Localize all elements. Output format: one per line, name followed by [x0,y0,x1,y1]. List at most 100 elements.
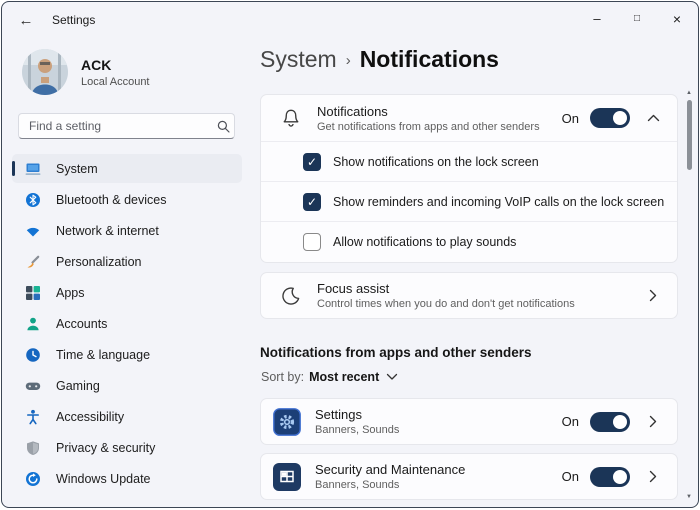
bell-icon [280,107,302,129]
notifications-main-row[interactable]: Notifications Get notifications from app… [261,95,677,142]
maximize-button[interactable]: □ [617,2,657,35]
chevron-right-icon [642,411,664,433]
app-name: Settings [315,407,562,422]
scroll-down-icon[interactable]: ▼ [683,492,695,502]
privacy-security-icon [25,440,41,456]
focus-assist-subtitle: Control times when you do and don't get … [317,298,630,310]
window-title: Settings [52,13,95,27]
network-icon [25,223,41,239]
focus-assist-text: Focus assist Control times when you do a… [317,281,630,310]
breadcrumb: System › Notifications [260,46,499,73]
app-subtitle: Banners, Sounds [315,424,562,436]
play-sounds-checkbox[interactable]: ✓ [303,233,321,251]
sidebar-item-apps[interactable]: Apps [12,278,242,307]
sidebar-item-label: Windows Update [56,472,151,486]
window-controls: – □ × [577,2,697,35]
sidebar-item-time-language[interactable]: Time & language [12,340,242,369]
security-maintenance-card[interactable]: Security and Maintenance Banners, Sounds… [260,453,678,500]
breadcrumb-parent[interactable]: System [260,46,337,73]
notifications-subtitle: Get notifications from apps and other se… [317,121,562,133]
search-input[interactable] [19,119,212,133]
minimize-icon: – [593,11,600,26]
security-maintenance-toggle-label: On [562,469,579,484]
notifications-toggle[interactable] [590,108,630,128]
security-maintenance-app-icon [273,463,301,491]
sort-value: Most recent [309,370,379,384]
security-maintenance-row[interactable]: Security and Maintenance Banners, Sounds… [261,454,677,499]
system-icon [25,161,41,177]
reminders-voip-row[interactable]: ✓ Show reminders and incoming VoIP calls… [261,182,677,222]
sidebar-item-windows-update[interactable]: Windows Update [12,464,242,493]
sidebar-item-label: Gaming [56,379,100,393]
focus-assist-row[interactable]: Focus assist Control times when you do a… [261,273,677,318]
play-sounds-row[interactable]: ✓ Allow notifications to play sounds [261,222,677,262]
app-subtitle: Banners, Sounds [315,479,562,491]
sidebar-item-system[interactable]: System [12,154,242,183]
lock-screen-notifications-row[interactable]: ✓ Show notifications on the lock screen [261,142,677,182]
security-maintenance-text: Security and Maintenance Banners, Sounds [315,462,562,491]
scrollbar[interactable]: ▲ ▼ [683,88,695,502]
gaming-icon [25,378,41,394]
focus-assist-title: Focus assist [317,281,630,296]
sidebar-item-network-internet[interactable]: Network & internet [12,216,242,245]
sidebar-item-privacy-security[interactable]: Privacy & security [12,433,242,462]
settings-app-card[interactable]: Settings Banners, Sounds On [260,398,678,445]
lock-screen-notifications-checkbox[interactable]: ✓ [303,153,321,171]
chevron-down-icon [386,370,398,384]
scroll-up-icon[interactable]: ▲ [683,88,695,98]
page-title: Notifications [360,46,499,73]
notifications-card: Notifications Get notifications from app… [260,94,678,263]
focus-assist-card[interactable]: Focus assist Control times when you do a… [260,272,678,319]
sidebar-item-gaming[interactable]: Gaming [12,371,242,400]
sidebar-item-label: Accounts [56,317,107,331]
sidebar-item-personalization[interactable]: Personalization [12,247,242,276]
account-text: ACK Local Account [81,57,150,88]
sidebar-item-accessibility[interactable]: Accessibility [12,402,242,431]
settings-app-toggle[interactable] [590,412,630,432]
account-card[interactable]: ACK Local Account [22,49,150,95]
settings-app-row[interactable]: Settings Banners, Sounds On [261,399,677,444]
sort-dropdown[interactable]: Sort by: Most recent [261,370,398,384]
security-maintenance-toggle[interactable] [590,467,630,487]
apps-section-heading: Notifications from apps and other sender… [260,345,532,360]
toggle-knob [613,470,627,484]
apps-icon [25,285,41,301]
time-language-icon [25,347,41,363]
checkmark-icon: ✓ [307,196,317,208]
sidebar-item-label: Personalization [56,255,141,269]
search-icon[interactable] [212,120,234,133]
notifications-row-text: Notifications Get notifications from app… [317,104,562,133]
notifications-title: Notifications [317,104,562,119]
account-type: Local Account [81,76,150,88]
sidebar-item-label: Accessibility [56,410,124,424]
search-box [18,113,235,139]
moon-icon [280,285,302,307]
account-name: ACK [81,57,150,73]
checkmark-icon: ✓ [307,156,317,168]
close-button[interactable]: × [657,2,697,35]
reminders-voip-checkbox[interactable]: ✓ [303,193,321,211]
close-icon: × [673,11,681,27]
app-name: Security and Maintenance [315,462,562,477]
toggle-knob [613,415,627,429]
sidebar-item-label: Network & internet [56,224,159,238]
settings-app-icon [273,408,301,436]
back-icon: ← [19,12,34,29]
sidebar-item-bluetooth-devices[interactable]: Bluetooth & devices [12,185,242,214]
settings-app-text: Settings Banners, Sounds [315,407,562,436]
accessibility-icon [25,409,41,425]
chevron-right-icon [642,466,664,488]
minimize-button[interactable]: – [577,2,617,35]
sidebar-item-label: Apps [56,286,85,300]
bluetooth-icon [25,192,41,208]
back-button[interactable]: ← [10,7,42,33]
sidebar-item-label: Privacy & security [56,441,155,455]
breadcrumb-separator-icon: › [346,52,351,69]
chevron-up-icon[interactable] [642,107,664,129]
checkbox-label: Show notifications on the lock screen [333,155,539,169]
settings-app-toggle-label: On [562,414,579,429]
sidebar-item-accounts[interactable]: Accounts [12,309,242,338]
chevron-right-icon [642,285,664,307]
scrollbar-thumb[interactable] [687,100,692,170]
sidebar-item-label: System [56,162,98,176]
